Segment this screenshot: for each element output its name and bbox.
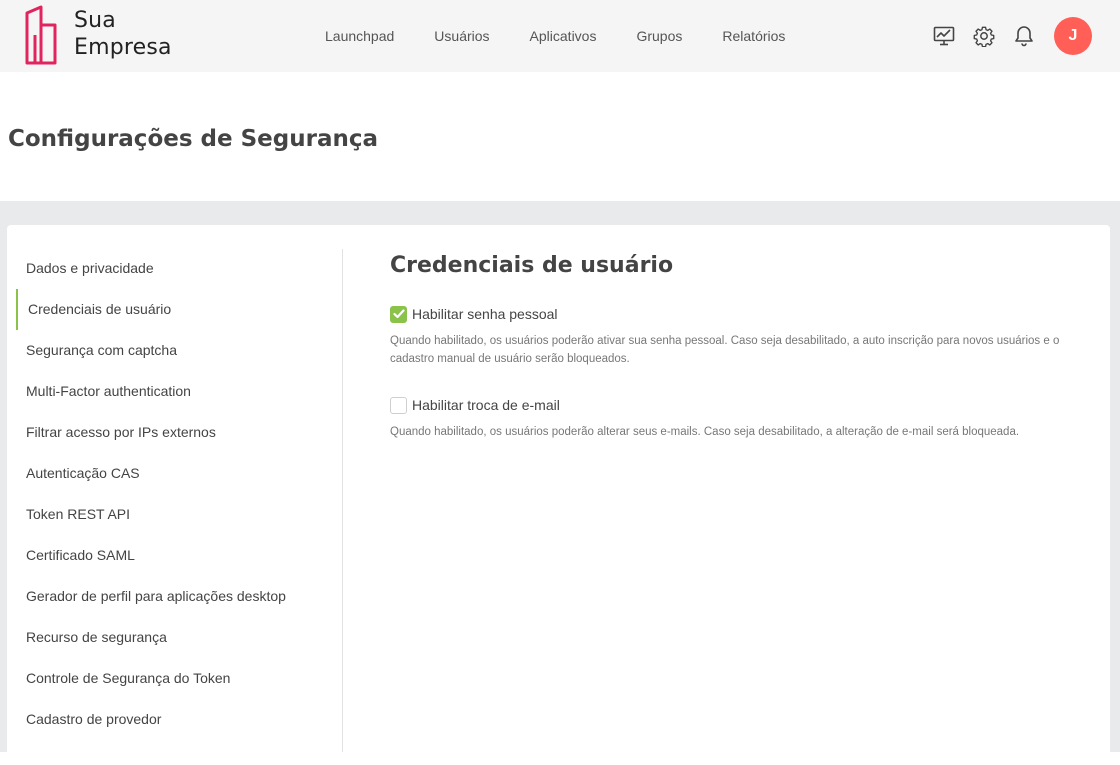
- sidebar-item-filtrar-ips[interactable]: Filtrar acesso por IPs externos: [16, 412, 336, 453]
- section-title: Credenciais de usuário: [390, 253, 674, 278]
- bell-icon[interactable]: [1012, 24, 1036, 48]
- sidebar-item-seguranca-captcha[interactable]: Segurança com captcha: [16, 330, 336, 371]
- main-panel: Credenciais de usuário Habilitar senha p…: [390, 250, 1090, 438]
- sidebar-item-controle-token[interactable]: Controle de Segurança do Token: [16, 658, 336, 699]
- top-header: Sua Empresa Launchpad Usuários Aplicativ…: [0, 0, 1120, 72]
- nav-item-launchpad[interactable]: Launchpad: [305, 0, 414, 72]
- sidebar-item-certificado-saml[interactable]: Certificado SAML: [16, 535, 336, 576]
- sidebar-item-cas[interactable]: Autenticação CAS: [16, 453, 336, 494]
- senha-pessoal-toggle[interactable]: Habilitar senha pessoal: [390, 304, 1080, 324]
- brand-name: Sua Empresa: [74, 7, 172, 61]
- sidebar-item-dados-privacidade[interactable]: Dados e privacidade: [16, 248, 336, 289]
- sidebar-item-token-rest-api[interactable]: Token REST API: [16, 494, 336, 535]
- header-actions: J: [916, 0, 1092, 72]
- brand-name-line2: Empresa: [74, 35, 172, 60]
- main-nav: Launchpad Usuários Aplicativos Grupos Re…: [305, 0, 805, 72]
- page-title: Configurações de Segurança: [8, 126, 378, 152]
- settings-sidebar: Dados e privacidade Credenciais de usuár…: [16, 248, 336, 740]
- building-logo-icon: [24, 5, 58, 65]
- gear-icon[interactable]: [972, 24, 996, 48]
- senha-pessoal-checkbox[interactable]: [390, 305, 407, 323]
- nav-item-grupos[interactable]: Grupos: [616, 0, 702, 72]
- nav-item-relatorios[interactable]: Relatórios: [702, 0, 805, 72]
- senha-pessoal-description: Quando habilitado, os usuários poderão a…: [390, 335, 1060, 365]
- user-avatar[interactable]: J: [1054, 17, 1092, 55]
- sidebar-item-credenciais-usuario[interactable]: Credenciais de usuário: [16, 289, 336, 330]
- troca-email-checkbox[interactable]: [390, 396, 407, 414]
- senha-pessoal-label[interactable]: Habilitar senha pessoal: [412, 306, 558, 322]
- sidebar-divider: [342, 249, 343, 752]
- sidebar-item-mfa[interactable]: Multi-Factor authentication: [16, 371, 336, 412]
- sidebar-item-cadastro-provedor[interactable]: Cadastro de provedor: [16, 699, 336, 740]
- sidebar-item-gerador-perfil[interactable]: Gerador de perfil para aplicações deskto…: [16, 576, 336, 617]
- nav-item-aplicativos[interactable]: Aplicativos: [510, 0, 617, 72]
- company-logo[interactable]: Sua Empresa: [24, 4, 184, 66]
- troca-email-toggle[interactable]: Habilitar troca de e-mail: [390, 395, 1080, 415]
- nav-item-usuarios[interactable]: Usuários: [414, 0, 509, 72]
- brand-name-line1: Sua: [74, 8, 116, 33]
- sidebar-item-recurso-seguranca[interactable]: Recurso de segurança: [16, 617, 336, 658]
- monitor-chart-icon[interactable]: [932, 24, 956, 48]
- option-senha-pessoal: Habilitar senha pessoal Quando habilitad…: [390, 304, 1080, 368]
- troca-email-description: Quando habilitado, os usuários poderão a…: [390, 426, 1020, 438]
- option-troca-email: Habilitar troca de e-mail Quando habilit…: [390, 395, 1080, 441]
- troca-email-label[interactable]: Habilitar troca de e-mail: [412, 397, 560, 413]
- checkmark-icon: [392, 309, 405, 319]
